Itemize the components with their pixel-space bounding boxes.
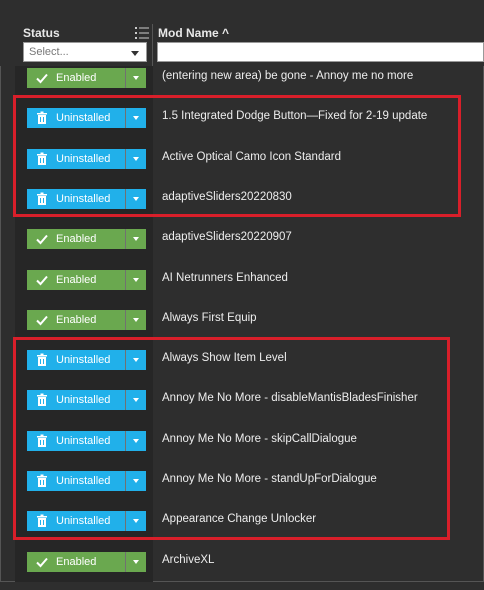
enable-button[interactable]: Enabled xyxy=(27,309,125,330)
table-row[interactable]: Enabled adaptiveSliders20220907 xyxy=(0,227,484,267)
status-label: Enabled xyxy=(56,72,97,84)
table-header: Status Mod Name ^ Select... xyxy=(0,0,484,66)
status-label: Enabled xyxy=(56,313,97,326)
status-label: Enabled xyxy=(56,555,97,568)
mod-name: ArchiveXL xyxy=(162,553,215,566)
mod-name-filter-input[interactable] xyxy=(157,42,484,62)
check-icon xyxy=(35,273,49,287)
column-chooser-icon[interactable] xyxy=(135,26,149,40)
chevron-down-icon xyxy=(133,277,139,282)
status-filter-placeholder: Select... xyxy=(29,46,69,58)
enable-button[interactable]: Enabled xyxy=(27,68,125,88)
mod-name: AI Netrunners Enhanced xyxy=(162,271,288,284)
column-divider[interactable] xyxy=(152,24,153,66)
status-dropdown-toggle[interactable] xyxy=(126,551,146,572)
enable-button[interactable]: Enabled xyxy=(27,551,125,572)
mod-name: adaptiveSliders20220907 xyxy=(162,231,292,244)
check-icon xyxy=(35,555,49,569)
status-dropdown-toggle[interactable] xyxy=(126,229,146,250)
status-split-button[interactable]: Enabled xyxy=(27,269,146,290)
table-row[interactable]: Enabled AI Netrunners Enhanced xyxy=(0,268,484,308)
highlight-box xyxy=(13,337,450,540)
chevron-down-icon xyxy=(131,51,139,56)
status-split-button[interactable]: Enabled xyxy=(27,229,146,250)
status-split-button[interactable]: Enabled xyxy=(27,68,146,88)
status-dropdown-toggle[interactable] xyxy=(126,68,146,88)
highlight-box xyxy=(13,95,461,217)
chevron-down-icon xyxy=(133,76,139,80)
mod-name-column-header[interactable]: Mod Name ^ xyxy=(158,26,229,40)
status-dropdown-toggle[interactable] xyxy=(126,309,146,330)
chevron-down-icon xyxy=(133,237,139,242)
mod-name: Always First Equip xyxy=(162,311,257,324)
chevron-down-icon xyxy=(133,317,139,322)
status-label: Enabled xyxy=(56,273,97,286)
chevron-down-icon xyxy=(133,559,139,564)
enable-button[interactable]: Enabled xyxy=(27,229,125,250)
mod-name: (entering new area) be gone - Annoy me n… xyxy=(162,70,414,82)
check-icon xyxy=(35,71,49,85)
check-icon xyxy=(35,232,49,246)
status-split-button[interactable]: Enabled xyxy=(27,551,146,572)
status-split-button[interactable]: Enabled xyxy=(27,309,146,330)
status-dropdown-toggle[interactable] xyxy=(126,269,146,290)
status-label: Enabled xyxy=(56,233,97,246)
status-column-header[interactable]: Status xyxy=(23,26,60,40)
status-filter-select[interactable]: Select... xyxy=(23,42,147,62)
table-row[interactable]: Enabled ArchiveXL xyxy=(0,550,484,590)
check-icon xyxy=(35,313,49,327)
enable-button[interactable]: Enabled xyxy=(27,269,125,290)
